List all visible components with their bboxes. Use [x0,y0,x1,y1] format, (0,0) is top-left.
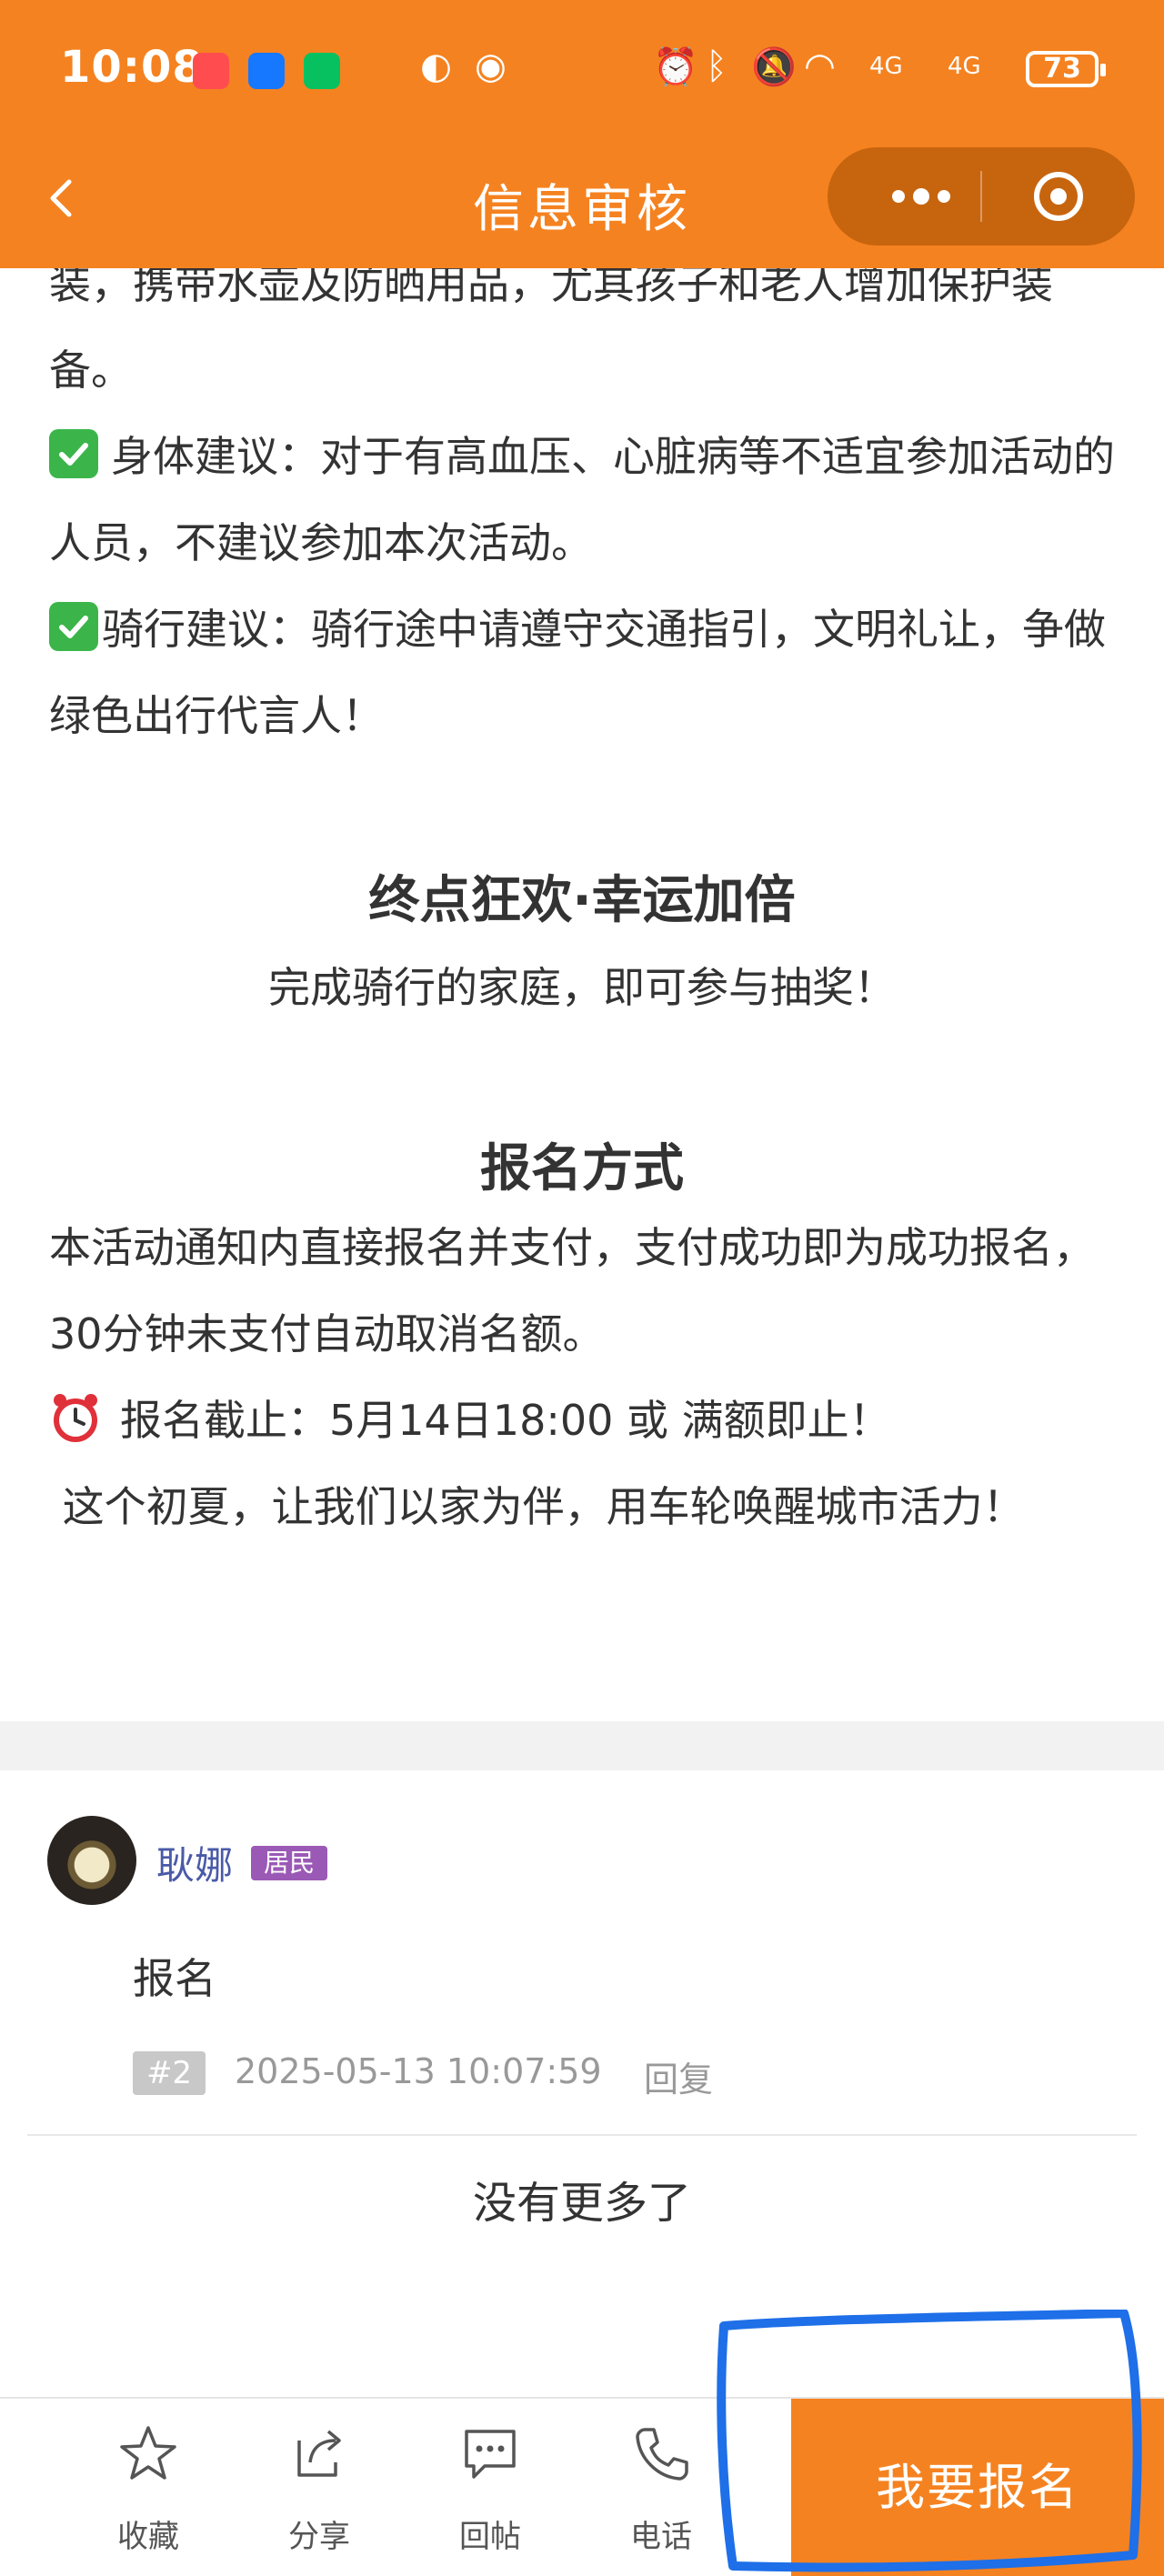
signup-deadline: 报名截止：5月14日18:00 或 满额即止！ [49,1378,1122,1464]
signup-method-text: 本活动通知内直接报名并支付，支付成功即为成功报名，30分钟未支付自动取消名额。 [49,1223,1095,1358]
phone-button[interactable]: 电话 [602,2399,720,2576]
signal-4g-icon-2: 4G [948,53,981,80]
wifi-icon: ◠ [804,45,836,87]
app-notification-icon [193,53,229,89]
miniprogram-capsule [828,147,1135,246]
data-saver-icon: ◐ [420,45,452,87]
phone-label: 电话 [630,2519,692,2555]
close-miniprogram-button[interactable] [1029,167,1088,226]
comment-timestamp: 2025-05-13 10:07:59 [235,2051,602,2091]
check-mark-icon [49,429,98,478]
lottery-text: 完成骑行的家庭，即可参与抽奖！ [268,963,896,1012]
signup-button[interactable]: 我要报名 [791,2399,1164,2576]
reply-link[interactable]: 回复 [644,2051,713,2101]
favorite-button[interactable]: 收藏 [89,2399,207,2576]
cycling-advice-text: 骑行建议：骑行途中请遵守交通指引，文明礼让，争做绿色出行代言人！ [49,605,1106,740]
wechat-notification-icon [304,53,340,89]
nav-bar: 信息审核 [0,145,1164,268]
closing-text: 这个初夏，让我们以家为伴，用车轮唤醒城市活力！ [49,1482,1025,1531]
phone-icon [636,2428,688,2481]
alarm-icon: ⏰ [653,46,698,88]
capsule-divider [980,171,982,222]
favorite-label: 收藏 [117,2519,179,2555]
status-time: 10:08 [60,42,204,93]
mute-bell-icon: 🔕 [751,46,797,88]
shield-notification-icon [248,53,285,89]
avatar[interactable] [47,1816,136,1905]
comment-user-name[interactable]: 耿娜 [156,1835,233,1890]
comment-text: 报名 [133,1954,216,2003]
check-mark-icon [49,602,98,651]
eye-icon: ◉ [475,45,507,87]
star-icon [120,2426,176,2480]
chat-bubble-icon [465,2430,516,2479]
bottom-action-bar: 收藏 分享 回帖 电话 我要报名 [0,2397,1164,2576]
health-advice-text: 身体建议：对于有高血压、心脏病等不适宜参加活动的人员，不建议参加本次活动。 [49,432,1115,567]
cycling-advice: 骑行建议：骑行途中请遵守交通指引，文明礼让，争做绿色出行代言人！ [49,586,1122,759]
user-role-badge: 居民 [251,1846,328,1880]
status-bar: 10:08 ◐ ◉ ⏰ ᛒ 🔕 ◠ 4G 4G 73 [0,0,1164,145]
list-end-text: 没有更多了 [472,2178,691,2229]
section-divider [0,1721,1164,1770]
signal-4g-icon-1: 4G [869,53,903,80]
deadline-text: 报名截止：5月14日18:00 或 满额即止！ [120,1396,891,1445]
reply-post-label: 回帖 [459,2519,521,2555]
share-button[interactable]: 分享 [260,2399,378,2576]
more-dots-icon [892,188,950,205]
share-label: 分享 [288,2519,350,2555]
share-icon [297,2430,341,2477]
divider-line [27,2134,1137,2136]
alarm-clock-icon [54,1394,97,1442]
lottery-heading: 终点狂欢·幸运加倍 [368,871,796,930]
bluetooth-icon: ᛒ [706,45,728,87]
battery-icon: 73 [1026,51,1106,87]
reply-post-button[interactable]: 回帖 [431,2399,549,2576]
target-circle-icon [1034,172,1083,221]
floor-number-badge: #2 [133,2051,206,2095]
health-advice: 身体建议：对于有高血压、心脏病等不适宜参加活动的人员，不建议参加本次活动。 [49,414,1122,586]
signup-heading: 报名方式 [480,1139,684,1198]
app-header: 10:08 ◐ ◉ ⏰ ᛒ 🔕 ◠ 4G 4G 73 信息审核 [0,0,1164,268]
more-button[interactable] [871,167,971,226]
